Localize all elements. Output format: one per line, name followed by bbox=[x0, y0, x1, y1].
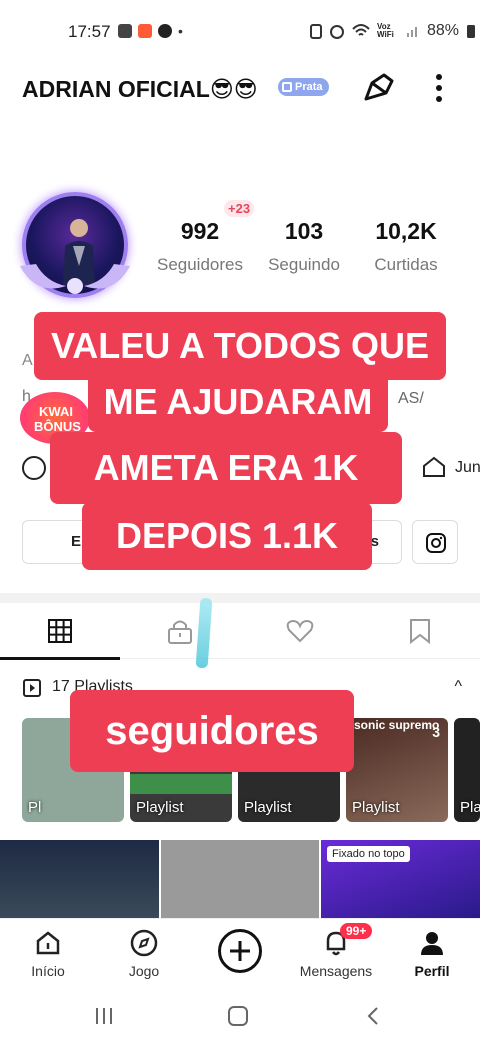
likes-label: Curtidas bbox=[374, 255, 438, 274]
video-tile[interactable] bbox=[161, 840, 319, 918]
playlist-card-count: 3 bbox=[432, 724, 440, 740]
notification-icons: • bbox=[118, 23, 183, 39]
overlay-caption-line-5: seguidores bbox=[70, 690, 354, 772]
nav-games[interactable]: Jogo bbox=[96, 919, 192, 991]
messages-badge: 99+ bbox=[340, 923, 373, 939]
chevron-up-icon[interactable]: ^ bbox=[454, 678, 462, 696]
wifi-icon bbox=[352, 24, 370, 36]
following-stat[interactable]: 103 Seguindo bbox=[254, 200, 354, 275]
status-time: 17:57 bbox=[68, 22, 111, 41]
tiktok-icon bbox=[158, 24, 172, 38]
playlist-card-label: Pla bbox=[460, 799, 480, 816]
tab-saved[interactable] bbox=[360, 603, 480, 659]
system-icons: Voz WiFi 88% bbox=[310, 22, 476, 40]
nav-home-label: Início bbox=[31, 963, 65, 979]
nav-home[interactable]: Início bbox=[0, 919, 96, 991]
compass-icon bbox=[130, 929, 158, 957]
network-label: Voz WiFi bbox=[377, 22, 394, 39]
badge-icon bbox=[282, 82, 292, 92]
gallery-icon bbox=[118, 24, 132, 38]
battery-percent: 88% bbox=[427, 22, 460, 39]
more-vertical-icon bbox=[436, 74, 442, 102]
person-icon bbox=[421, 932, 443, 955]
followers-stat[interactable]: 992 Seguidores +23 bbox=[150, 200, 255, 275]
playlist-card-label: Playlist bbox=[244, 799, 292, 816]
back-icon[interactable] bbox=[362, 1004, 386, 1028]
house-icon bbox=[423, 456, 445, 477]
home-icon bbox=[36, 931, 60, 955]
signal-icon bbox=[407, 27, 417, 37]
overlay-caption-line-3: AMETA ERA 1K bbox=[50, 432, 402, 504]
playlist-card-title: sonic supremo bbox=[354, 718, 440, 732]
nav-games-label: Jogo bbox=[128, 963, 160, 979]
bottom-navigation: Início Jogo Mensagens 99+ Perfil bbox=[0, 918, 480, 990]
following-label: Seguindo bbox=[268, 255, 340, 274]
instagram-icon bbox=[426, 533, 446, 553]
status-dot: • bbox=[178, 23, 183, 39]
playlist-card-label: Pl bbox=[28, 799, 42, 816]
recent-apps-icon[interactable] bbox=[92, 1004, 116, 1028]
avatar-frame-wings bbox=[20, 264, 130, 294]
video-tile[interactable] bbox=[0, 840, 159, 918]
playlist-card-label: Playlist bbox=[136, 799, 184, 816]
profile-header: ADRIAN OFICIAL😎😎 Prata bbox=[0, 62, 480, 118]
avatar[interactable] bbox=[16, 186, 134, 304]
nav-profile-label: Perfil bbox=[414, 963, 450, 979]
rank-badge-label: Prata bbox=[295, 81, 323, 93]
status-bar: 17:57 • Voz WiFi 88% bbox=[0, 0, 480, 62]
playlist-card[interactable]: Pla bbox=[454, 718, 480, 822]
bookmark-icon bbox=[410, 619, 430, 644]
nav-profile[interactable]: Perfil bbox=[384, 919, 480, 991]
share-icon bbox=[364, 73, 394, 101]
instagram-button[interactable] bbox=[412, 520, 458, 564]
likes-stat[interactable]: 10,2K Curtidas bbox=[356, 200, 456, 275]
video-grid: Fixado no topo bbox=[0, 840, 480, 918]
playlist-card[interactable]: sonic supremo 3 Playlist bbox=[346, 718, 448, 822]
battery-icon bbox=[467, 25, 476, 38]
video-tile[interactable]: Fixado no topo bbox=[321, 840, 480, 918]
playlist-card-label: Playlist bbox=[352, 799, 400, 816]
lock-icon bbox=[168, 620, 192, 644]
followers-count: 992 bbox=[180, 218, 220, 244]
content-tabs bbox=[0, 603, 480, 660]
bio-text-partial: A bbox=[22, 352, 33, 369]
active-tab-underline bbox=[0, 657, 120, 660]
followers-delta-badge: +23 bbox=[224, 200, 255, 217]
app-notification-icon bbox=[138, 24, 152, 38]
home-button-icon[interactable] bbox=[226, 1004, 250, 1028]
plus-icon bbox=[230, 941, 250, 961]
alarm-icon bbox=[330, 25, 344, 39]
grid-icon bbox=[48, 619, 72, 643]
rank-badge[interactable]: Prata bbox=[278, 78, 329, 96]
tab-videos[interactable] bbox=[0, 603, 120, 660]
overlay-caption-line-1: VALEU A TODOS QUE bbox=[34, 312, 446, 380]
join-date-partial: Jun bbox=[455, 459, 480, 476]
more-options-button[interactable] bbox=[426, 71, 452, 105]
overlay-caption-line-4: DEPOIS 1.1K bbox=[82, 502, 372, 570]
bolt-icon bbox=[22, 456, 46, 480]
followers-label: Seguidores bbox=[156, 255, 243, 274]
create-button[interactable] bbox=[218, 929, 262, 973]
profile-stats: 992 Seguidores +23 103 Seguindo 10,2K Cu… bbox=[150, 200, 460, 280]
battery-saver-icon bbox=[310, 24, 322, 39]
tab-liked[interactable] bbox=[240, 603, 360, 659]
share-button[interactable] bbox=[362, 71, 396, 105]
playlist-thumb-strip bbox=[130, 774, 232, 794]
following-count: 103 bbox=[284, 218, 324, 244]
system-navigation bbox=[0, 990, 480, 1042]
heart-icon bbox=[286, 619, 314, 643]
section-divider bbox=[0, 593, 480, 603]
overlay-caption-line-2: ME AJUDARAM bbox=[88, 372, 388, 432]
username: ADRIAN OFICIAL😎😎 bbox=[22, 76, 258, 102]
playlist-icon bbox=[23, 679, 41, 697]
bio-text-partial-right: AS/ bbox=[398, 390, 424, 407]
tab-private[interactable] bbox=[120, 603, 240, 659]
nav-messages-label: Mensagens bbox=[299, 963, 373, 979]
kwai-bonus-label: KWAI BÔNUS bbox=[34, 404, 81, 434]
likes-count: 10,2K bbox=[375, 218, 437, 244]
edit-profile-label-partial: E bbox=[71, 533, 82, 550]
pinned-label: Fixado no topo bbox=[327, 846, 410, 862]
